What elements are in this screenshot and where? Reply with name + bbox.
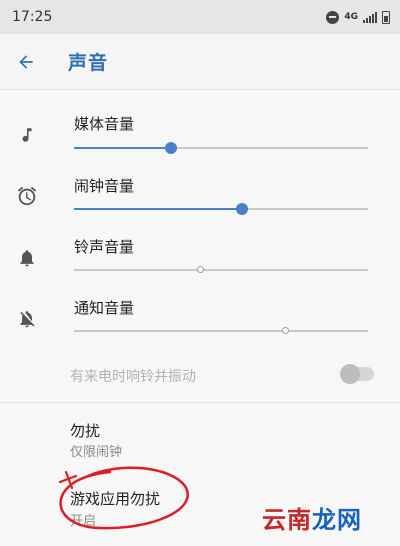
ring-volume-thumb[interactable] xyxy=(196,266,204,273)
notification-volume-slider[interactable] xyxy=(74,327,368,334)
notification-volume-thumb[interactable] xyxy=(282,327,290,334)
media-volume-slider[interactable] xyxy=(74,142,368,154)
media-volume-fill xyxy=(74,147,172,149)
ring-volume-label: 铃声音量 xyxy=(74,238,135,256)
signal-icon xyxy=(363,11,377,23)
alarm-volume-label: 闹钟音量 xyxy=(74,177,135,195)
bell-off-icon xyxy=(14,306,40,332)
vibrate-when-ringing-switch[interactable] xyxy=(340,364,374,384)
alarm-volume-thumb[interactable] xyxy=(235,203,248,215)
page-title: 声音 xyxy=(68,52,109,74)
dnd-summary: 仅限闹钟 xyxy=(70,445,123,460)
music-note-icon xyxy=(14,122,40,148)
alarm-volume-fill xyxy=(74,208,242,210)
battery-icon xyxy=(382,10,390,24)
notification-volume-label: 通知音量 xyxy=(74,299,135,317)
watermark-part-2: 龙网 xyxy=(312,506,362,534)
watermark-part-1: 云南 xyxy=(262,506,312,534)
divider xyxy=(0,402,400,403)
do-not-disturb-status-icon xyxy=(326,10,340,24)
switch-knob xyxy=(340,364,360,384)
game-dnd-title: 游戏应用勿扰 xyxy=(70,490,161,508)
network-type: 4G xyxy=(344,11,358,22)
status-time: 17:25 xyxy=(12,9,53,25)
back-button[interactable] xyxy=(0,34,54,90)
game-dnd-summary: 开启 xyxy=(70,514,97,529)
bell-icon xyxy=(14,245,40,271)
watermark: 云南龙网 xyxy=(262,500,362,535)
app-bar: 声音 xyxy=(0,34,400,90)
status-icons: 4G xyxy=(326,10,390,24)
ring-volume-slider[interactable] xyxy=(74,266,368,273)
status-bar: 17:25 4G xyxy=(0,0,400,34)
media-volume-thumb[interactable] xyxy=(165,142,178,154)
media-volume-label: 媒体音量 xyxy=(74,115,135,133)
alarm-clock-icon xyxy=(14,183,40,209)
alarm-volume-slider[interactable] xyxy=(74,203,368,215)
arrow-left-icon xyxy=(19,54,33,69)
vibrate-when-ringing-label: 有来电时响铃并振动 xyxy=(70,369,196,385)
dnd-title: 勿扰 xyxy=(70,422,101,440)
